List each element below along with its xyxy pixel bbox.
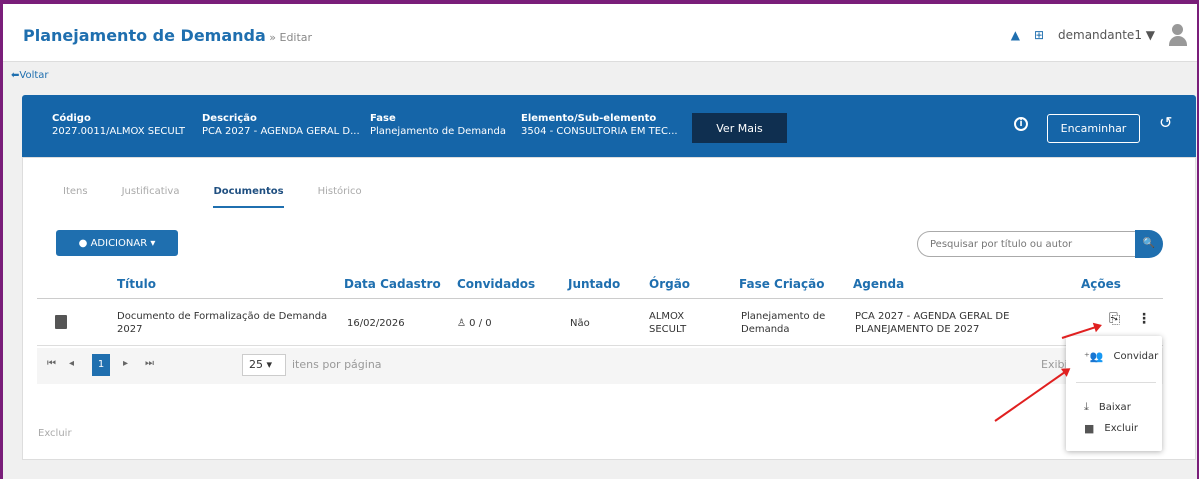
convidar-label: Convidar (1113, 351, 1159, 362)
col-data-cadastro[interactable]: Data Cadastro (344, 277, 441, 291)
info-icon[interactable]: i (1014, 117, 1028, 131)
cell-convidados-value: 0 / 0 (469, 318, 492, 329)
user-name: demandante1 (1058, 28, 1142, 42)
more-vertical-icon[interactable]: ⋮ (1137, 312, 1151, 326)
app-header: Planejamento de Demanda » Editar ▲ ⊞ dem… (3, 4, 1197, 62)
bell-icon[interactable]: ▲ (1011, 28, 1020, 42)
codigo-label: Código (52, 113, 91, 124)
menu-item-convidar[interactable]: ⁺👥 Convidar (1084, 350, 1158, 363)
descricao-field: Descrição PCA 2027 - AGENDA GERAL D... (202, 112, 360, 138)
last-page-icon[interactable]: ⏭ (145, 358, 154, 369)
actions-menu: ⁺👥 Convidar ⤓ Baixar ■ Excluir (1066, 336, 1162, 451)
tab-historico[interactable]: Histórico (318, 186, 362, 208)
next-page-icon[interactable]: ▸ (123, 358, 128, 369)
page-title: Planejamento de Demanda » Editar (23, 26, 312, 45)
header-actions: ▲ ⊞ demandante1 ▼ (1011, 24, 1187, 46)
cell-agenda: PCA 2027 - AGENDA GERAL DE PLANEJAMENTO … (855, 311, 1010, 335)
col-juntado[interactable]: Juntado (568, 277, 620, 291)
per-page-value: 25 (249, 358, 263, 371)
current-page[interactable]: 1 (92, 354, 110, 376)
descricao-value: PCA 2027 - AGENDA GERAL D... (202, 126, 360, 137)
codigo-field: Código 2027.0011/ALMOX SECULT (52, 112, 185, 138)
avatar[interactable] (1169, 24, 1187, 46)
col-agenda[interactable]: Agenda (853, 277, 904, 291)
back-link[interactable]: ⬅Voltar (11, 70, 49, 81)
file-share-icon[interactable]: ⎘ (1109, 312, 1120, 326)
excluir-label: Excluir (1104, 423, 1138, 434)
col-fase-criacao[interactable]: Fase Criação (739, 277, 824, 291)
adicionar-button[interactable]: ● ADICIONAR ▾ (56, 230, 178, 256)
user-menu[interactable]: demandante1 ▼ (1058, 28, 1155, 42)
encaminhar-button[interactable]: Encaminhar (1047, 114, 1140, 143)
descricao-label: Descrição (202, 113, 257, 124)
col-orgao[interactable]: Órgão (649, 277, 690, 291)
tab-justificativa[interactable]: Justificativa (122, 186, 180, 208)
cell-orgao: ALMOX SECULT (649, 311, 687, 335)
col-titulo[interactable]: Título (117, 277, 156, 291)
cell-juntado: Não (570, 318, 590, 329)
tab-bar: Itens Justificativa Documentos Histórico (63, 186, 362, 208)
summary-banner: Código 2027.0011/ALMOX SECULT Descrição PC… (22, 95, 1196, 157)
table-row[interactable]: Documento de Formalização de Demanda 202… (37, 301, 1163, 346)
col-convidados[interactable]: Convidados (457, 277, 535, 291)
elemento-label: Elemento/Sub-elemento (521, 113, 657, 124)
document-icon (55, 315, 67, 329)
col-acoes: Ações (1081, 277, 1121, 291)
cell-data: 16/02/2026 (347, 318, 405, 329)
fase-value: Planejamento de Demanda (370, 126, 506, 137)
undo-icon[interactable]: ↺ (1159, 113, 1172, 132)
cell-fase: Planejamento de Demanda (741, 311, 826, 335)
back-label: Voltar (19, 70, 49, 81)
grid-icon[interactable]: ⊞ (1034, 28, 1044, 42)
elemento-field: Elemento/Sub-elemento 3504 - CONSULTORIA … (521, 112, 678, 138)
menu-item-baixar[interactable]: ⤓ Baixar (1084, 400, 1131, 414)
plus-circle-icon: ● (78, 237, 88, 249)
menu-item-excluir[interactable]: ■ Excluir (1084, 422, 1138, 435)
fase-label: Fase (370, 113, 396, 124)
add-users-icon: ⁺👥 (1084, 350, 1104, 363)
excluir-link[interactable]: Excluir (38, 428, 72, 439)
cell-titulo: Documento de Formalização de Demanda 202… (117, 311, 328, 335)
tab-itens[interactable]: Itens (63, 186, 88, 208)
breadcrumb: » Editar (265, 31, 313, 44)
trash-icon: ■ (1084, 422, 1095, 435)
first-page-icon[interactable]: ⏮ (47, 358, 56, 369)
ver-mais-button[interactable]: Ver Mais (692, 113, 787, 143)
page-title-text: Planejamento de Demanda (23, 26, 266, 45)
elemento-value: 3504 - CONSULTORIA EM TEC... (521, 126, 678, 137)
search-input[interactable] (917, 231, 1137, 257)
pagination: ⏮ ◂ 1 ▸ ⏭ 25 ▾ itens por página Exibind (37, 348, 1163, 384)
tab-documentos[interactable]: Documentos (213, 186, 284, 208)
per-page-label: itens por página (292, 358, 382, 371)
search-icon[interactable]: 🔍 (1135, 230, 1163, 258)
fase-field: Fase Planejamento de Demanda (370, 112, 506, 138)
person-icon: ♙ (457, 318, 466, 329)
left-border (0, 0, 3, 479)
codigo-value: 2027.0011/ALMOX SECULT (52, 126, 186, 137)
menu-divider (1076, 382, 1156, 383)
table-header: Título Data Cadastro Convidados Juntado … (37, 271, 1163, 299)
prev-page-icon[interactable]: ◂ (69, 358, 74, 369)
cell-convidados: ♙ 0 / 0 (457, 317, 492, 330)
download-icon: ⤓ (1084, 400, 1089, 413)
documents-card: Itens Justificativa Documentos Histórico… (22, 157, 1196, 460)
baixar-label: Baixar (1098, 401, 1131, 413)
per-page-select[interactable]: 25 ▾ (242, 354, 286, 376)
adicionar-label: ADICIONAR (90, 237, 148, 249)
